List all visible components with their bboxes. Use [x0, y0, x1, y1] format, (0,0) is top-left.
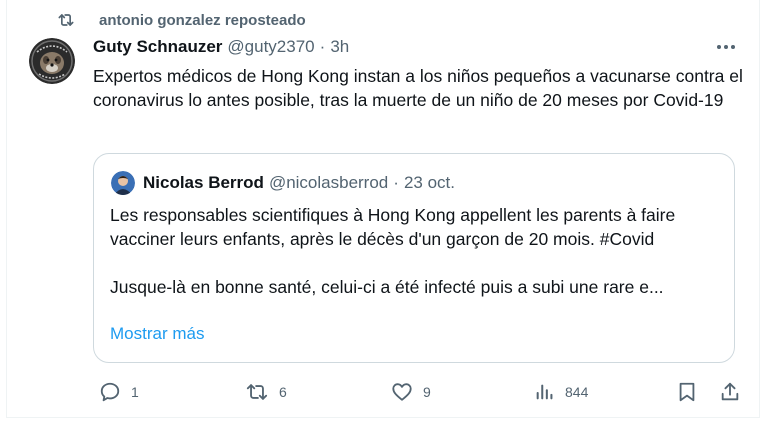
repost-indicator: antonio gonzalez reposteado	[55, 9, 306, 31]
quoted-tweet-text: Les responsables scientifiques à Hong Ko…	[110, 203, 720, 299]
bookmark-icon	[677, 381, 697, 403]
author-name[interactable]: Guty Schnauzer	[93, 37, 222, 57]
views-icon	[533, 381, 555, 403]
tweet-card[interactable]: antonio gonzalez reposteado Guty Schnauz…	[6, 0, 760, 418]
tweet-header: Guty Schnauzer @guty2370 · 3h	[93, 36, 349, 58]
heart-icon	[391, 381, 413, 403]
action-bar: 1 6 9 844	[93, 378, 743, 406]
views-count: 844	[565, 384, 589, 400]
separator-dot: ·	[319, 37, 326, 56]
retweet-icon	[245, 381, 269, 403]
quoted-tweet-header: Nicolas Berrod @nicolasberrod · 23 oct.	[143, 171, 455, 195]
tweet-text: Expertos médicos de Hong Kong instan a l…	[93, 66, 743, 110]
reply-count: 1	[131, 384, 139, 400]
views-button[interactable]: 844	[533, 378, 588, 406]
bookmark-button[interactable]	[677, 378, 697, 406]
author-avatar[interactable]	[29, 38, 75, 84]
quoted-tweet[interactable]: Nicolas Berrod @nicolasberrod · 23 oct. …	[93, 153, 735, 363]
quoted-author-handle[interactable]: @nicolasberrod	[269, 173, 388, 193]
retweet-count: 6	[279, 384, 287, 400]
reply-icon	[99, 381, 121, 403]
quoted-separator-dot: ·	[393, 173, 399, 192]
retweet-button[interactable]: 6	[245, 378, 287, 406]
share-button[interactable]	[719, 378, 741, 406]
quoted-paragraph-1: Les responsables scientifiques à Hong Ko…	[110, 205, 676, 249]
like-button[interactable]: 9	[391, 378, 431, 406]
reply-button[interactable]: 1	[99, 378, 139, 406]
quoted-author-avatar[interactable]	[111, 171, 135, 195]
repost-icon	[55, 9, 77, 31]
show-more-link[interactable]: Mostrar más	[110, 324, 204, 344]
author-handle[interactable]: @guty2370	[227, 37, 314, 57]
quoted-tweet-time[interactable]: 23 oct.	[404, 173, 455, 193]
tweet-time[interactable]: 3h	[330, 37, 349, 57]
repost-label[interactable]: antonio gonzalez reposteado	[99, 12, 306, 29]
like-count: 9	[423, 384, 431, 400]
more-icon[interactable]	[715, 36, 737, 58]
share-icon	[719, 381, 741, 403]
quoted-author-name[interactable]: Nicolas Berrod	[143, 173, 264, 193]
quoted-paragraph-2: Jusque-là en bonne santé, celui-ci a été…	[110, 277, 664, 297]
